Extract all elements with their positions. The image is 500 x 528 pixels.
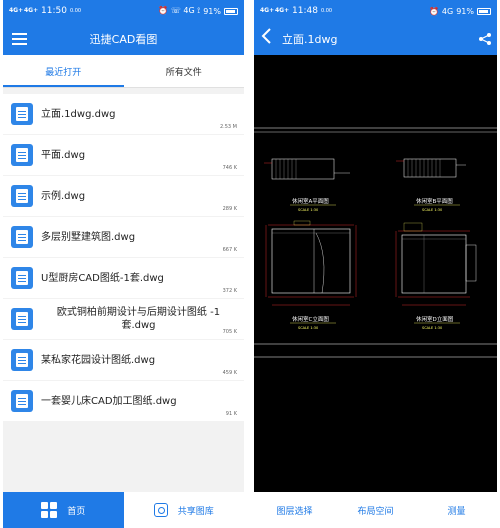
file-name: 立面.1dwg.dwg <box>41 108 116 120</box>
view-d-elevation <box>395 222 477 306</box>
grid-icon <box>41 502 58 518</box>
file-size: 372 K <box>222 288 237 294</box>
view-c-title: 休闲室C立面图 <box>292 315 329 323</box>
file-size: 746 K <box>222 165 237 171</box>
file-item[interactable]: 多层别墅建筑图.dwg 667 K <box>3 217 244 257</box>
file-item[interactable]: U型厨房CAD图纸-1套.dwg 372 K <box>3 258 244 298</box>
view-d-title: 休闲室D立面图 <box>416 315 454 323</box>
battery-icon <box>477 7 491 15</box>
file-name: U型厨房CAD图纸-1套.dwg <box>41 272 164 284</box>
dwg-file-icon <box>11 103 33 125</box>
view-a-plan <box>264 158 350 180</box>
network-speed: 0.00 <box>69 8 82 14</box>
chevron-left-icon <box>261 28 271 44</box>
nav-shared-label: 共享图库 <box>177 506 214 517</box>
file-item[interactable]: 平面.dwg 746 K <box>3 135 244 175</box>
status-icons: ⏰ ☏ 4G ⟟ <box>158 6 201 15</box>
dwg-file-icon <box>11 390 33 412</box>
file-item[interactable]: 某私家花园设计图纸.dwg 459 K <box>3 340 244 380</box>
view-b-scale: SCALE 1:30 <box>422 208 442 212</box>
dwg-file-icon <box>11 308 33 330</box>
file-list: 立面.1dwg.dwg 2.53 M 平面.dwg 746 K 示例.dwg 2… <box>3 88 244 421</box>
file-name: 欧式铜柏前期设计与后期设计图纸 -1套.dwg <box>56 307 221 331</box>
tab-all-files[interactable]: 所有文件 <box>124 55 245 87</box>
view-a-scale: SCALE 1:30 <box>298 208 318 212</box>
hamburger-icon <box>12 32 27 35</box>
dwg-file-icon <box>11 226 33 248</box>
dwg-file-icon <box>11 267 33 289</box>
hamburger-icon-line <box>12 42 27 45</box>
status-bar: 4G+ 4G+ 11:48 0.00 ⏰ 4G 91% <box>254 0 497 22</box>
nav-shared-library-button[interactable]: 共享图库 <box>123 492 244 528</box>
file-size: 289 K <box>222 206 237 212</box>
file-list-screen: 4G+ 4G+ 11:50 0.00 ⏰ ☏ 4G ⟟ 91% 迅捷CAD看图 … <box>3 0 244 528</box>
view-c-scale: SCALE 1:30 <box>298 326 318 330</box>
menu-button[interactable] <box>8 24 38 54</box>
battery-percent: 91% <box>203 6 221 16</box>
file-name: 示例.dwg <box>41 190 86 202</box>
battery-percent: 91% <box>456 6 474 16</box>
file-name: 一套婴儿床CAD加工图纸.dwg <box>41 395 177 407</box>
file-name: 某私家花园设计图纸.dwg <box>41 354 156 366</box>
file-size: 2.53 M <box>219 124 237 130</box>
measure-button[interactable]: 测量 <box>416 492 497 528</box>
viewer-app-bar: 立面.1dwg <box>254 22 497 55</box>
back-button[interactable] <box>260 27 282 50</box>
battery-icon <box>224 7 238 15</box>
file-item[interactable]: 一套婴儿床CAD加工图纸.dwg 91 K <box>3 381 244 421</box>
signal-indicator-1: 4G+ <box>260 7 275 14</box>
status-time: 11:50 <box>41 6 67 16</box>
view-c-elevation <box>265 220 357 306</box>
view-d-scale: SCALE 1:30 <box>422 326 442 330</box>
file-item[interactable]: 立面.1dwg.dwg 2.53 M <box>3 94 244 134</box>
signal-indicator-1: 4G+ <box>9 7 24 14</box>
layout-space-button[interactable]: 布局空间 <box>335 492 416 528</box>
shared-library-icon <box>153 503 168 517</box>
file-size: 667 K <box>222 247 237 253</box>
file-size: 705 K <box>222 329 237 335</box>
viewer-bottom-toolbar: 图层选择 布局空间 测量 <box>254 492 497 528</box>
dwg-file-icon <box>11 185 33 207</box>
cad-viewer-screen: 4G+ 4G+ 11:48 0.00 ⏰ 4G 91% 立面.1dwg 休闲室A… <box>254 0 497 528</box>
status-bar: 4G+ 4G+ 11:50 0.00 ⏰ ☏ 4G ⟟ 91% <box>3 0 244 22</box>
file-tabs: 最近打开 所有文件 <box>3 55 244 88</box>
signal-indicator-2: 4G+ <box>24 7 39 14</box>
nav-home-button[interactable]: 首页 <box>3 492 124 528</box>
tab-recent[interactable]: 最近打开 <box>3 55 124 87</box>
dwg-file-icon <box>11 144 33 166</box>
file-size: 91 K <box>225 411 237 417</box>
share-icon <box>479 32 491 45</box>
nav-home-label: 首页 <box>67 506 86 517</box>
status-time: 11:48 <box>292 6 318 16</box>
file-size: 459 K <box>222 370 237 376</box>
file-name: 平面.dwg <box>41 149 86 161</box>
view-b-title: 休闲室B平面图 <box>416 197 453 205</box>
app-bar: 迅捷CAD看图 <box>3 22 244 55</box>
app-title: 迅捷CAD看图 <box>89 32 158 46</box>
view-b-plan <box>396 158 466 178</box>
bottom-nav: 首页 共享图库 <box>3 492 244 528</box>
file-name: 多层别墅建筑图.dwg <box>41 231 136 243</box>
dwg-file-icon <box>11 349 33 371</box>
status-icons: ⏰ 4G <box>429 6 454 16</box>
network-speed: 0.00 <box>320 8 333 14</box>
file-item[interactable]: 欧式铜柏前期设计与后期设计图纸 -1套.dwg 705 K <box>3 299 244 339</box>
signal-indicator-2: 4G+ <box>275 7 290 14</box>
view-a-title: 休闲室A平面图 <box>292 197 329 205</box>
file-item[interactable]: 示例.dwg 289 K <box>3 176 244 216</box>
layer-select-button[interactable]: 图层选择 <box>254 492 335 528</box>
drawing-title: 立面.1dwg <box>282 32 338 46</box>
cad-canvas[interactable]: 休闲室A平面图 SCALE 1:30 休闲室B平面图 SCALE 1:30 休闲… <box>254 55 497 492</box>
share-button[interactable] <box>473 32 497 46</box>
cad-drawing: 休闲室A平面图 SCALE 1:30 休闲室B平面图 SCALE 1:30 休闲… <box>254 127 497 358</box>
hamburger-icon-line <box>12 37 27 40</box>
